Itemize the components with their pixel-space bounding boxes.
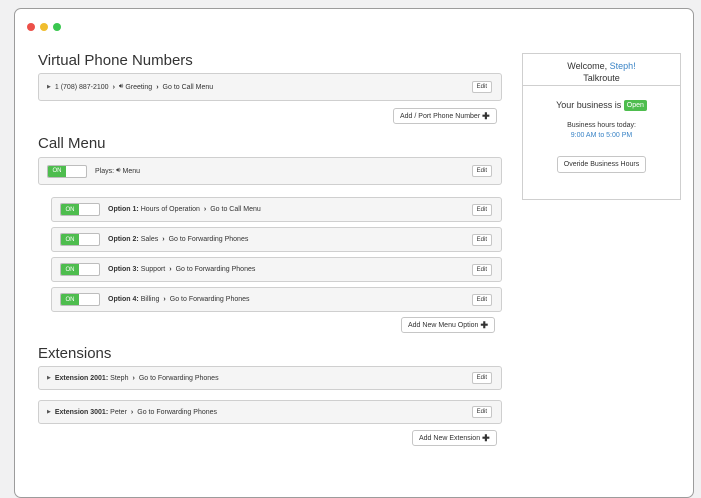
close-window-button[interactable] bbox=[27, 23, 35, 31]
edit-call-menu-button[interactable]: Edit bbox=[471, 165, 492, 177]
speaker-icon: 🔊︎ bbox=[116, 167, 121, 174]
add-port-phone-number-button[interactable]: Add / Port Phone Number ✚ bbox=[393, 108, 497, 124]
chevron-right-icon: › bbox=[130, 408, 134, 416]
expand-triangle-icon[interactable]: ▶ bbox=[47, 375, 51, 381]
welcome-label: Welcome, bbox=[567, 61, 608, 71]
chevron-right-icon: › bbox=[112, 83, 115, 91]
extension-label: Extension 2001: bbox=[54, 374, 109, 382]
edit-phone-number-button[interactable]: Edit bbox=[471, 81, 492, 93]
edit-option-button[interactable]: Edit bbox=[471, 293, 492, 306]
chevron-right-icon: › bbox=[203, 206, 207, 213]
extension-action: Go to Forwarding Phones bbox=[138, 374, 219, 382]
plays-label: Plays: bbox=[95, 167, 115, 175]
chevron-right-icon: › bbox=[132, 374, 135, 382]
minimize-window-button[interactable] bbox=[40, 23, 48, 31]
menu-option-row[interactable]: ON Option 3: Support › Go to Forwarding … bbox=[51, 257, 502, 282]
call-menu-toggle[interactable]: ON bbox=[47, 164, 87, 178]
plays-value: Menu bbox=[122, 167, 140, 175]
plus-icon: ✚ bbox=[482, 110, 490, 121]
option-action: Go to Call Menu bbox=[210, 206, 261, 213]
plus-icon: ✚ bbox=[482, 432, 490, 443]
menu-option-row[interactable]: ON Option 2: Sales › Go to Forwarding Ph… bbox=[51, 227, 502, 252]
menu-option-row[interactable]: ON Option 4: Billing › Go to Forwarding … bbox=[51, 287, 502, 312]
extension-name: Steph bbox=[110, 374, 129, 382]
chevron-right-icon: › bbox=[163, 296, 166, 303]
option-name: Sales bbox=[140, 236, 159, 243]
add-port-label: Add / Port Phone Number bbox=[400, 112, 481, 120]
phone-number-row[interactable]: ▶ 1 (708) 887-2100 › 🔊︎ Greeting › Go to… bbox=[38, 73, 502, 101]
toggle-on-label: ON bbox=[61, 204, 79, 215]
virtual-phone-numbers-heading: Virtual Phone Numbers bbox=[38, 52, 193, 69]
call-menu-row[interactable]: ON Plays: 🔊︎ Menu Edit bbox=[38, 157, 502, 185]
maximize-window-button[interactable] bbox=[53, 23, 61, 31]
hours-value: 9:00 AM to 5:00 PM bbox=[570, 132, 633, 140]
edit-extension-button[interactable]: Edit bbox=[471, 406, 492, 418]
option-label: Option 1: bbox=[108, 206, 139, 213]
toggle-on-label: ON bbox=[61, 294, 79, 305]
option-name: Support bbox=[140, 266, 166, 273]
option-action: Go to Forwarding Phones bbox=[169, 296, 250, 303]
chevron-right-icon: › bbox=[162, 236, 165, 243]
edit-option-button[interactable]: Edit bbox=[471, 203, 492, 216]
plus-icon: ✚ bbox=[480, 319, 488, 330]
toggle-on-label: ON bbox=[61, 264, 79, 275]
welcome-block: Welcome, Steph! Talkroute bbox=[523, 54, 680, 86]
expand-triangle-icon[interactable]: ▶ bbox=[47, 409, 51, 415]
phone-number-action: Go to Call Menu bbox=[162, 83, 214, 91]
extension-row[interactable]: ▶ Extension 3001: Peter › Go to Forwardi… bbox=[38, 400, 502, 424]
option-toggle[interactable]: ON bbox=[60, 293, 100, 306]
window-controls bbox=[27, 23, 61, 31]
option-name: Hours of Operation bbox=[140, 206, 200, 213]
edit-option-button[interactable]: Edit bbox=[471, 263, 492, 276]
call-menu-heading: Call Menu bbox=[38, 135, 106, 152]
chevron-right-icon: › bbox=[156, 83, 159, 91]
menu-option-row[interactable]: ON Option 1: Hours of Operation › Go to … bbox=[51, 197, 502, 222]
expand-triangle-icon[interactable]: ▶ bbox=[47, 84, 51, 90]
edit-option-button[interactable]: Edit bbox=[471, 233, 492, 246]
toggle-on-label: ON bbox=[61, 234, 79, 245]
edit-extension-button[interactable]: Edit bbox=[471, 372, 492, 384]
option-action: Go to Forwarding Phones bbox=[168, 236, 249, 243]
option-label: Option 3: bbox=[108, 266, 139, 273]
company-name: Talkroute bbox=[583, 73, 620, 83]
status-badge: Open bbox=[623, 100, 647, 112]
option-name: Billing bbox=[140, 296, 160, 303]
extension-name: Peter bbox=[110, 408, 127, 416]
business-hours: Business hours today: 9:00 AM to 5:00 PM bbox=[523, 121, 680, 141]
phone-number: 1 (708) 887-2100 bbox=[54, 83, 109, 91]
option-label: Option 2: bbox=[108, 236, 139, 243]
greeting-label: Greeting bbox=[125, 83, 153, 91]
user-name-link[interactable]: Steph! bbox=[610, 61, 636, 71]
business-is-label: Your business is bbox=[556, 100, 622, 110]
extension-label: Extension 3001: bbox=[54, 408, 109, 416]
extension-row[interactable]: ▶ Extension 2001: Steph › Go to Forwardi… bbox=[38, 366, 502, 390]
speaker-icon: 🔊︎ bbox=[118, 83, 124, 90]
add-extension-label: Add New Extension bbox=[419, 434, 481, 442]
override-business-hours-button[interactable]: Overide Business Hours bbox=[556, 156, 647, 174]
account-panel: Welcome, Steph! Talkroute Your business … bbox=[522, 53, 681, 200]
option-label: Option 4: bbox=[108, 296, 139, 303]
extension-action: Go to Forwarding Phones bbox=[137, 408, 218, 416]
add-menu-option-label: Add New Menu Option bbox=[408, 321, 479, 329]
extensions-heading: Extensions bbox=[38, 345, 112, 362]
option-toggle[interactable]: ON bbox=[60, 203, 100, 216]
chevron-right-icon: › bbox=[169, 266, 172, 273]
add-new-extension-button[interactable]: Add New Extension ✚ bbox=[412, 430, 497, 446]
toggle-on-label: ON bbox=[48, 165, 66, 177]
option-toggle[interactable]: ON bbox=[60, 263, 100, 276]
add-menu-option-button[interactable]: Add New Menu Option ✚ bbox=[401, 317, 495, 333]
business-status: Your business is Open bbox=[523, 100, 680, 112]
hours-label: Business hours today: bbox=[567, 122, 636, 130]
option-toggle[interactable]: ON bbox=[60, 233, 100, 246]
option-action: Go to Forwarding Phones bbox=[175, 266, 256, 273]
